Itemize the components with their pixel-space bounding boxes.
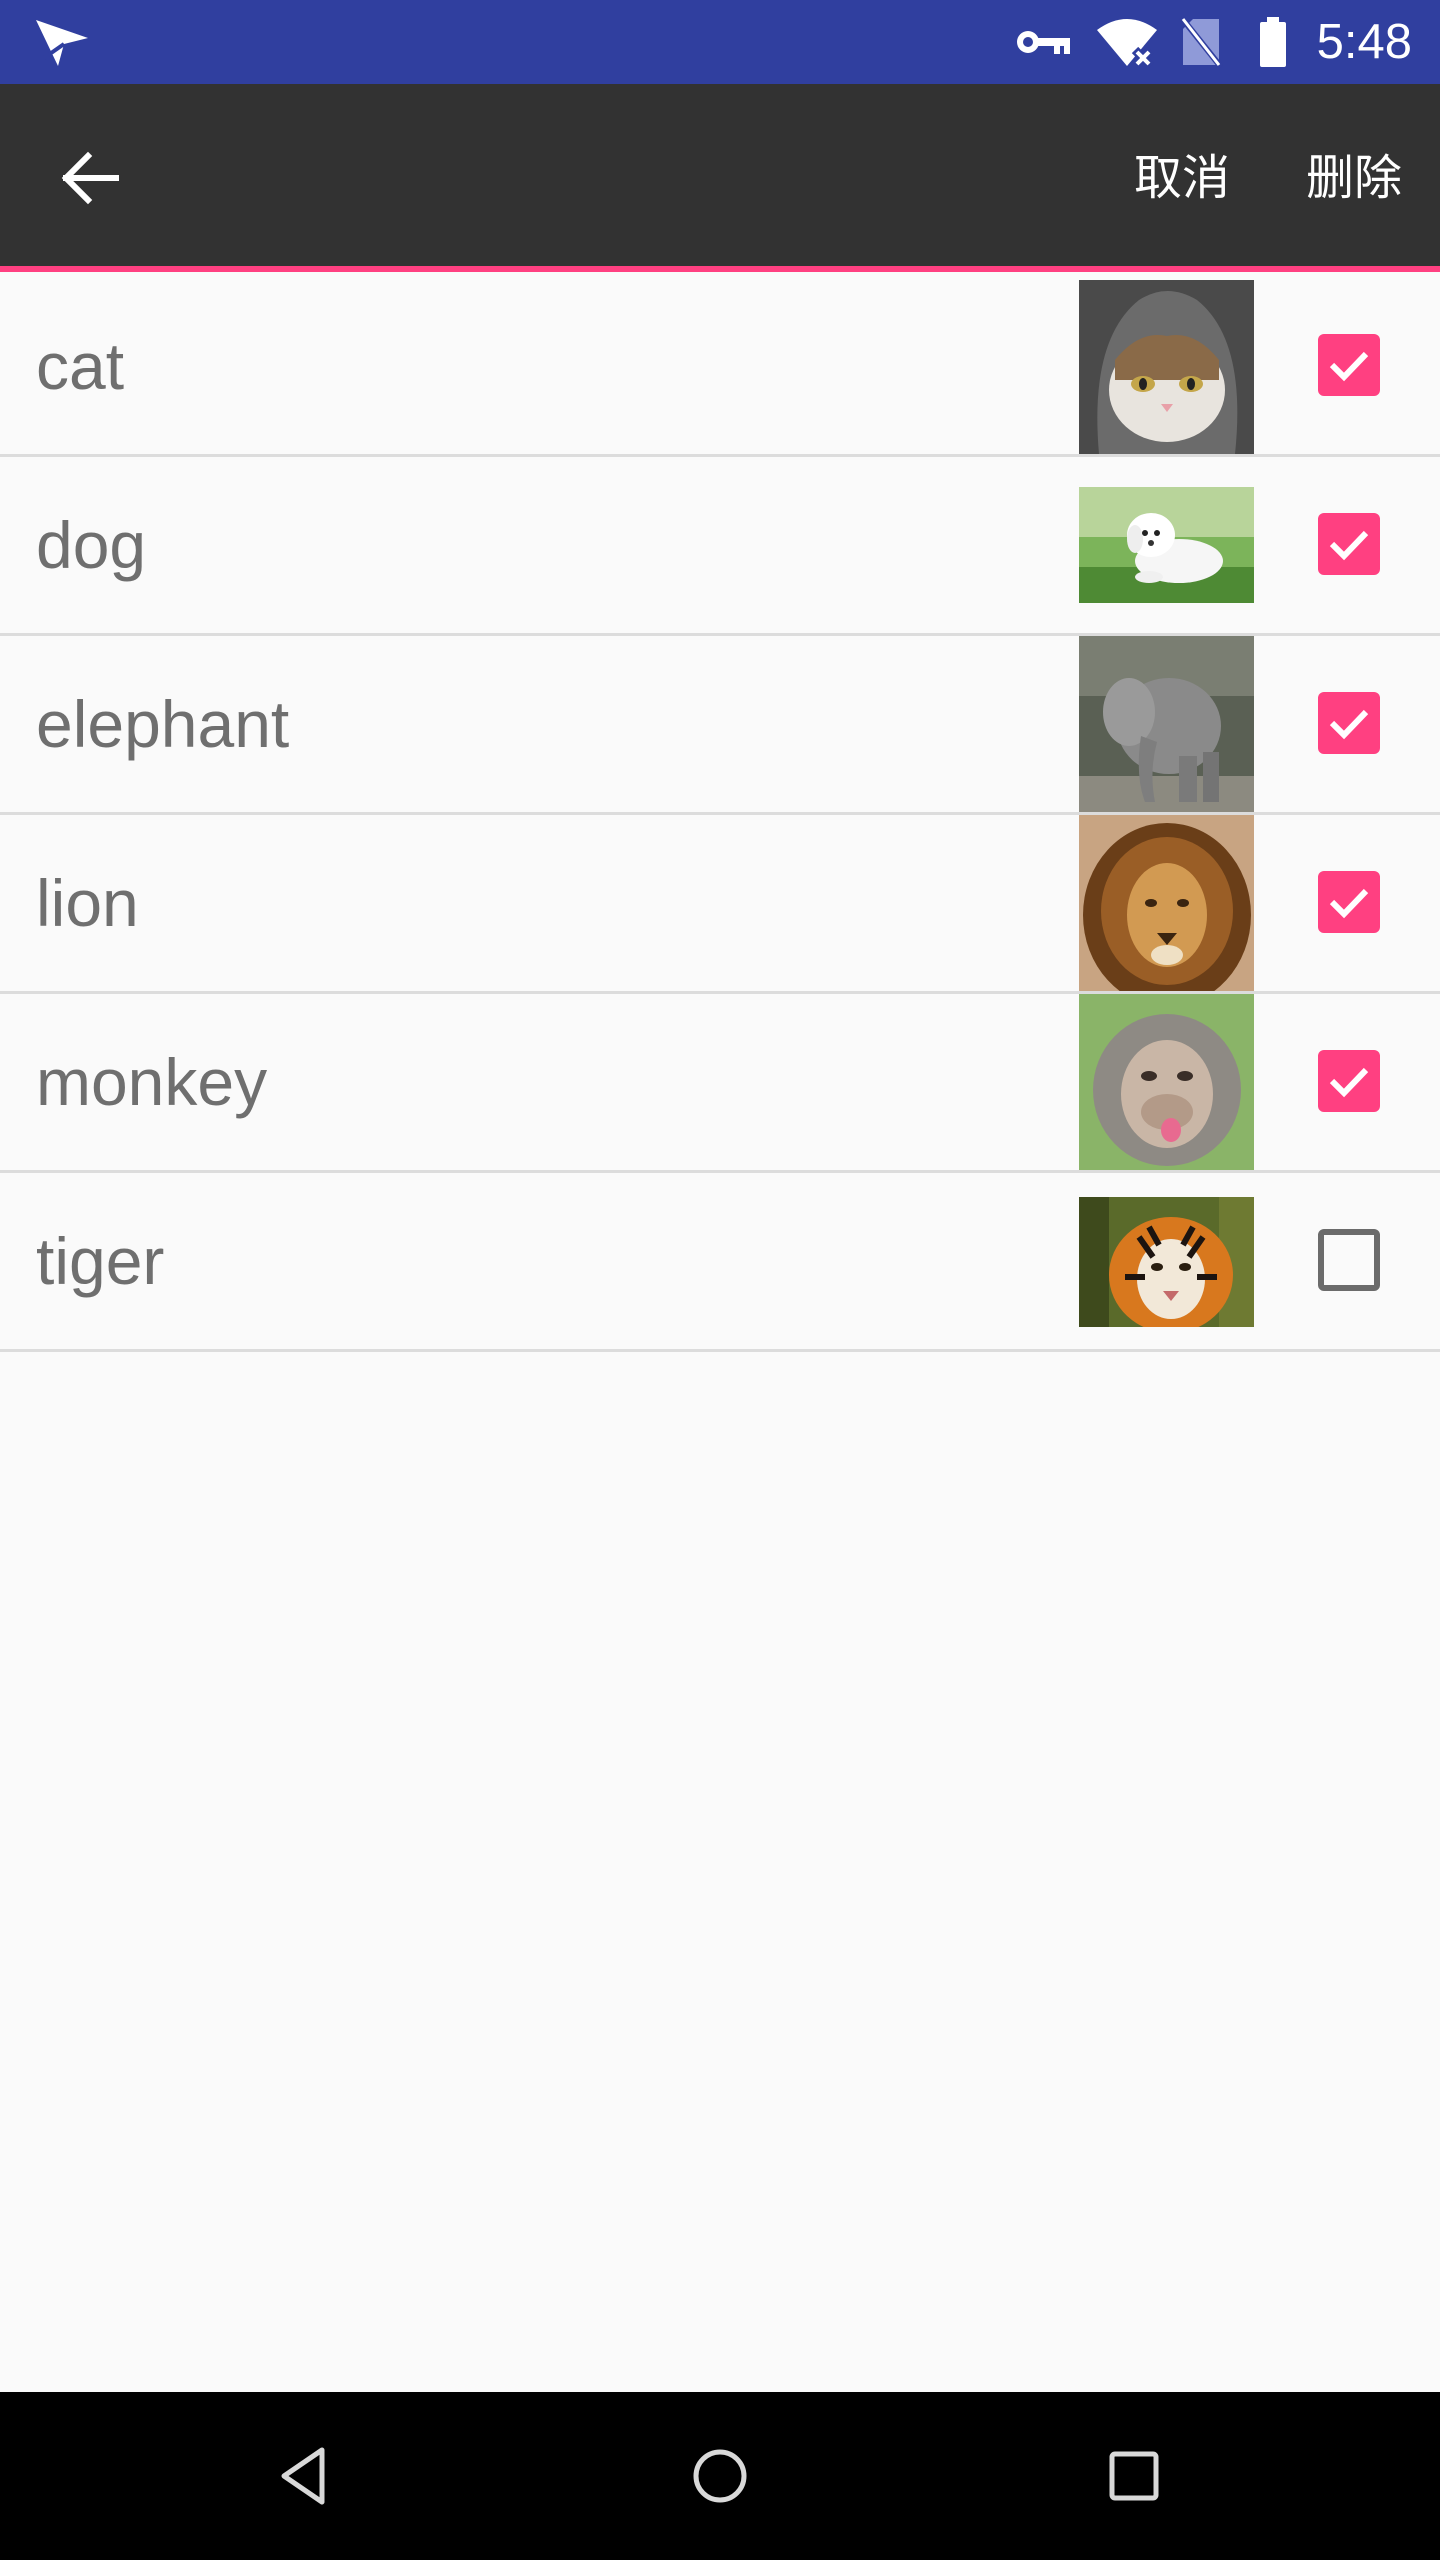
navigation-bar xyxy=(0,2392,1440,2560)
list-item[interactable]: tiger xyxy=(0,1173,1440,1352)
item-checkbox[interactable] xyxy=(1318,334,1380,396)
item-label: lion xyxy=(36,866,139,940)
item-label: tiger xyxy=(36,1224,165,1298)
item-label: elephant xyxy=(36,687,290,761)
cancel-button[interactable]: 取消 xyxy=(1124,134,1240,222)
wifi-icon xyxy=(1092,0,1162,84)
list-item[interactable]: elephant xyxy=(0,636,1440,815)
item-checkbox[interactable] xyxy=(1318,1050,1380,1112)
cat-photo xyxy=(1079,280,1254,454)
status-bar: 5:48 xyxy=(0,0,1440,84)
no-sim-icon xyxy=(1176,0,1226,84)
arrow-back-icon[interactable] xyxy=(40,128,140,228)
send-icon xyxy=(34,16,90,70)
back-triangle-icon[interactable] xyxy=(254,2426,354,2526)
list-item[interactable]: dog xyxy=(0,457,1440,636)
lion-photo xyxy=(1079,815,1254,991)
item-checkbox[interactable] xyxy=(1318,871,1380,933)
item-label: cat xyxy=(36,329,125,403)
list-item[interactable]: monkey xyxy=(0,994,1440,1173)
delete-button[interactable]: 删除 xyxy=(1296,134,1412,222)
item-checkbox[interactable] xyxy=(1318,692,1380,754)
vpn-key-icon xyxy=(1012,0,1074,84)
animal-list: cat dog elephant lion monkey tiger xyxy=(0,278,1440,1352)
monkey-photo xyxy=(1079,994,1254,1170)
item-label: dog xyxy=(36,508,147,582)
item-checkbox[interactable] xyxy=(1318,1229,1380,1291)
status-time: 5:48 xyxy=(1316,15,1412,69)
dog-photo xyxy=(1079,487,1254,603)
item-checkbox[interactable] xyxy=(1318,513,1380,575)
list-item[interactable]: cat xyxy=(0,278,1440,457)
list-item[interactable]: lion xyxy=(0,815,1440,994)
recents-square-icon[interactable] xyxy=(1084,2426,1184,2526)
action-bar: 取消 删除 xyxy=(0,84,1440,272)
battery-icon xyxy=(1256,0,1290,84)
home-circle-icon[interactable] xyxy=(670,2426,770,2526)
elephant-photo xyxy=(1079,636,1254,812)
tiger-photo xyxy=(1079,1197,1254,1327)
item-label: monkey xyxy=(36,1045,268,1119)
